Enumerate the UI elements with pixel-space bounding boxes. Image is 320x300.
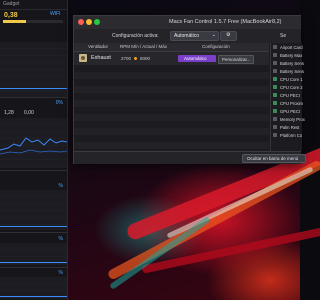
sensor-icon — [273, 69, 277, 73]
chevron-down-icon: ⌄ — [211, 32, 216, 38]
graph-line — [0, 262, 67, 263]
sensor-label: CPU Core 2 — [280, 84, 303, 90]
hide-in-menubar-button[interactable]: Ocultar en barra de menú — [242, 154, 306, 163]
sensor-icon — [273, 117, 277, 121]
hide-in-menubar-label: Ocultar en barra de menú — [247, 155, 299, 161]
monitor-tag-low: % — [58, 183, 63, 189]
monitor-graph — [0, 190, 67, 230]
sensor-icon — [273, 133, 277, 137]
sensors-header: Se — [280, 33, 287, 39]
sensor-label: CPU PECI — [280, 92, 300, 98]
divider — [0, 170, 67, 171]
sensor-label: Battery Sens — [280, 68, 304, 74]
monitor-meter — [3, 20, 63, 23]
custom-button[interactable]: Personalizar... — [218, 55, 254, 64]
rpm-indicator-icon — [134, 57, 137, 60]
close-button[interactable] — [78, 19, 84, 25]
sensor-label: CPU Proxim — [280, 100, 304, 106]
config-settings-button[interactable]: ⚙ — [220, 31, 237, 41]
fan-name: Exhaust — [91, 55, 111, 61]
sensor-label: GPU PECI — [280, 108, 301, 114]
sensor-label: CPU Core 1 — [280, 76, 303, 82]
sensor-list: Airport Card Battery Max Battery Sens Ba… — [270, 43, 305, 151]
sensor-icon — [273, 125, 277, 129]
divider — [0, 97, 67, 98]
divider — [0, 232, 67, 233]
monitor-tag-low: % — [58, 270, 63, 276]
sensor-label: Palm Rest — [280, 124, 300, 130]
window-titlebar[interactable]: Macs Fan Control 1.5.7 Free (MacBookAir8… — [74, 16, 301, 30]
custom-button-label: Personalizar... — [222, 56, 251, 62]
fan-control-window: Macs Fan Control 1.5.7 Free (MacBookAir8… — [73, 15, 306, 164]
activity-graph — [0, 137, 67, 155]
auto-button-label: Automático — [184, 55, 207, 61]
minimize-button[interactable] — [86, 19, 92, 25]
fan-rpm-max: 6000 — [140, 56, 151, 61]
sensor-icon — [273, 61, 277, 65]
monitor-tag-top: WIFI — [50, 11, 61, 17]
sensor-label: Airport Card — [280, 44, 303, 50]
column-header-rpm: RPM Mín / Actual / Máx — [120, 44, 168, 49]
sensor-icon — [273, 53, 277, 57]
gpu-icon — [273, 109, 277, 113]
table-row[interactable]: Exhaust 2700 6000 Automático Personaliza… — [74, 52, 269, 65]
monitor-panel: Gadget 0,38 WIFI 0% 1,28 0,00 % % % — [0, 0, 68, 300]
sensor-label: Platform Co — [280, 132, 303, 138]
auto-button[interactable]: Automático — [178, 55, 216, 62]
fans-table-header: Ventilador RPM Mín / Actual / Máx Config… — [74, 43, 269, 52]
column-header-config: Configuración — [202, 44, 230, 49]
monitor-panel-title: Gadget — [3, 1, 20, 7]
fans-table-body — [74, 65, 269, 150]
sensor-label: Battery Max — [280, 52, 303, 58]
monitor-tag-mid: 0% — [55, 100, 63, 106]
cpu-icon — [273, 85, 277, 89]
graph-line — [0, 88, 67, 89]
zoom-button[interactable] — [94, 19, 100, 25]
fan-icon — [79, 54, 87, 62]
sensor-label: Battery Sens — [280, 60, 304, 66]
config-label: Configuración activa: — [112, 33, 159, 39]
window-title: Macs Fan Control 1.5.7 Free (MacBookAir8… — [169, 19, 282, 25]
window-footer: Ocultar en barra de menú — [74, 151, 306, 164]
column-header-fan: Ventilador — [88, 44, 109, 49]
monitor-stat-a: 1,28 — [4, 110, 14, 116]
config-select[interactable]: Automático ⌄ — [170, 31, 219, 41]
config-select-value: Automático — [174, 33, 200, 39]
cpu-icon — [273, 93, 277, 97]
monitor-meter-fill — [3, 20, 26, 23]
config-toolbar: Configuración activa: Automático ⌄ ⚙ Se — [74, 29, 301, 43]
sensor-label: Memory Prox — [280, 116, 305, 122]
cpu-icon — [273, 101, 277, 105]
sensor-icon — [273, 45, 277, 49]
monitor-value: 0,38 — [4, 12, 18, 19]
cpu-icon — [273, 77, 277, 81]
graph-line — [0, 296, 67, 297]
gear-icon: ⚙ — [226, 32, 231, 38]
monitor-tag-low: % — [58, 236, 63, 242]
divider — [0, 267, 67, 268]
fan-rpm-min: 2700 — [121, 56, 132, 61]
graph-line — [0, 226, 67, 227]
monitor-stat-b: 0,00 — [24, 110, 34, 116]
